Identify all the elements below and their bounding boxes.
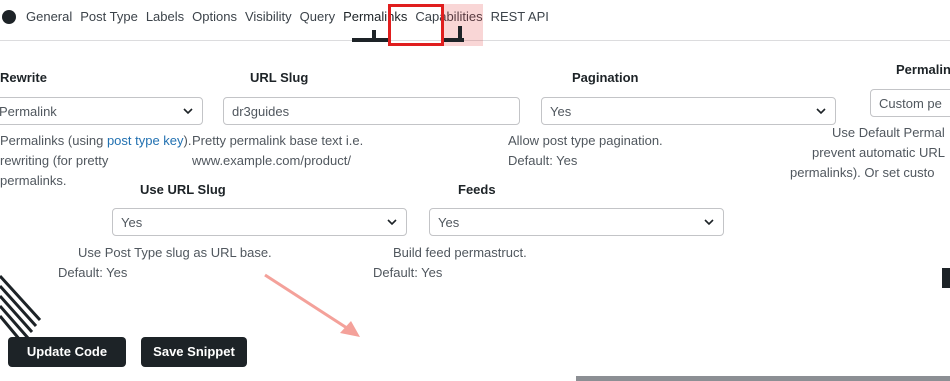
corner-mark bbox=[372, 30, 376, 42]
feeds-label: Feeds bbox=[458, 182, 496, 197]
corner-mark bbox=[352, 38, 388, 42]
permalink-epmask-label: Permalin bbox=[896, 62, 950, 77]
tab-post-type[interactable]: Post Type bbox=[78, 9, 140, 25]
chevron-down-icon bbox=[704, 219, 714, 226]
update-code-button[interactable]: Update Code bbox=[8, 337, 126, 367]
url-slug-label: URL Slug bbox=[250, 70, 309, 85]
feeds-select[interactable]: Yes bbox=[429, 208, 724, 236]
tab-rest-api[interactable]: REST API bbox=[489, 9, 551, 25]
highlight-box bbox=[388, 4, 444, 46]
use-url-slug-value: Yes bbox=[121, 215, 143, 230]
logo-icon bbox=[2, 10, 16, 24]
url-slug-placeholder: dr3guides bbox=[232, 104, 290, 119]
chevron-down-icon bbox=[387, 219, 397, 226]
rewrite-value: Permalink bbox=[0, 104, 57, 119]
permalink-epmask-value: Custom pe bbox=[879, 96, 942, 111]
pagination-label: Pagination bbox=[572, 70, 639, 85]
annotation-arrow-icon bbox=[264, 273, 360, 337]
corner-mark bbox=[458, 26, 462, 40]
edge-decoration bbox=[942, 268, 950, 288]
tab-general[interactable]: General bbox=[24, 9, 74, 25]
tab-labels[interactable]: Labels bbox=[144, 9, 186, 25]
pagination-value: Yes bbox=[550, 104, 572, 119]
use-url-slug-label: Use URL Slug bbox=[140, 182, 226, 197]
rewrite-label: Rewrite bbox=[0, 70, 47, 85]
feeds-value: Yes bbox=[438, 215, 460, 230]
use-url-slug-select[interactable]: Yes bbox=[112, 208, 407, 236]
striped-decoration bbox=[0, 274, 42, 341]
url-slug-input[interactable]: dr3guides bbox=[223, 97, 520, 125]
permalink-epmask-description: Use Default Permal prevent automatic URL… bbox=[790, 125, 945, 180]
pagination-select[interactable]: Yes bbox=[541, 97, 836, 125]
pagination-description: Allow post type pagination. Default: Yes bbox=[508, 133, 663, 168]
feeds-description: Build feed permastruct. Default: Yes bbox=[373, 245, 527, 280]
permalink-epmask-select[interactable]: Custom pe bbox=[870, 89, 950, 117]
chevron-down-icon bbox=[183, 108, 193, 115]
post-type-key-link[interactable]: post type key bbox=[107, 133, 184, 148]
use-url-slug-description: Use Post Type slug as URL base. Default:… bbox=[58, 245, 272, 280]
rewrite-select[interactable]: Permalink bbox=[0, 97, 203, 125]
tab-query[interactable]: Query bbox=[298, 9, 337, 25]
tab-visibility[interactable]: Visibility bbox=[243, 9, 294, 25]
tab-options[interactable]: Options bbox=[190, 9, 239, 25]
bottom-bar bbox=[576, 376, 950, 381]
chevron-down-icon bbox=[816, 108, 826, 115]
save-snippet-button[interactable]: Save Snippet bbox=[141, 337, 247, 367]
url-slug-description: Pretty permalink base text i.e. www.exam… bbox=[192, 133, 364, 168]
